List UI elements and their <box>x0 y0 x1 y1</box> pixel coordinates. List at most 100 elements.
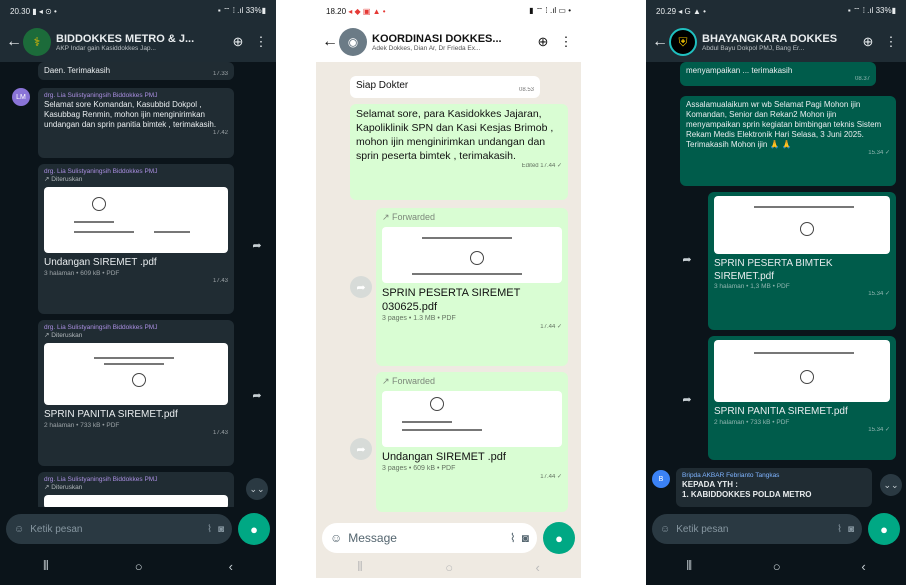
document-line <box>94 357 174 360</box>
video-call-icon[interactable]: ⊕ <box>229 34 247 50</box>
document-filename: SPRIN PESERTA BIMTEK SIREMET.pdf <box>714 258 833 282</box>
document-preview[interactable] <box>382 227 562 284</box>
document-message[interactable]: drg. Lia Sulistyaningsih Biddokkes PMJ ↗… <box>38 164 234 314</box>
chat-title-block[interactable]: BIDDOKKES METRO & J... AKP Indar gain Ka… <box>56 33 224 52</box>
message-bubble[interactable]: menyampaikan ... terimakasih 08.37 <box>680 62 876 86</box>
nav-back-icon[interactable]: ‹ <box>535 560 539 575</box>
message-input[interactable]: ☺ Ketik pesan ⌇ ◙ <box>652 514 862 544</box>
message-list[interactable]: Siap Dokter 08.53 Selamat sore, para Kas… <box>316 62 581 512</box>
document-meta: 3 halaman • 1,3 MB • PDF <box>714 283 790 290</box>
nav-recents-icon[interactable]: ⦀ <box>357 559 363 575</box>
sticker-icon[interactable]: ☺ <box>330 531 342 545</box>
video-call-icon[interactable]: ⊕ <box>859 34 877 50</box>
message-bubble[interactable]: Assalamualaikum wr wb Selamat Pagi Mohon… <box>680 96 896 186</box>
document-preview[interactable] <box>714 196 890 254</box>
document-preview[interactable] <box>382 391 562 448</box>
sender-name[interactable]: drg. Lia Sulistyaningsih Biddokkes PMJ <box>44 324 228 332</box>
notification-icons: ◂ ◆ ▣ ▲ • <box>348 6 386 16</box>
camera-icon[interactable]: ◙ <box>218 524 224 535</box>
sticker-icon[interactable]: ☺ <box>660 524 670 535</box>
nav-home-icon[interactable]: ○ <box>135 559 143 574</box>
message-bubble[interactable]: Selamat sore, para Kasidokkes Jajaran, K… <box>350 104 568 200</box>
attach-icon[interactable]: ⌇ <box>837 524 842 535</box>
more-vert-icon[interactable]: ⋮ <box>252 34 270 50</box>
document-preview[interactable] <box>44 495 228 507</box>
attach-icon[interactable]: ⌇ <box>207 524 212 535</box>
scroll-down-icon[interactable]: ⌄⌄ <box>880 474 902 496</box>
document-preview[interactable] <box>44 187 228 254</box>
document-message[interactable]: SPRIN PESERTA BIMTEK SIREMET.pdf 3 halam… <box>708 192 896 330</box>
share-forward-icon[interactable]: ➦ <box>350 438 372 460</box>
document-message[interactable]: ↗ Forwarded SPRIN PESERTA SIREMET 030625… <box>376 208 568 366</box>
sender-name[interactable]: drg. Lia Sulistyaningsih Biddokkes PMJ <box>44 476 228 484</box>
document-line <box>422 237 512 240</box>
share-forward-icon[interactable]: ➦ <box>246 384 268 406</box>
camera-icon[interactable]: ◙ <box>522 531 529 545</box>
sender-avatar[interactable]: B <box>652 470 670 488</box>
back-arrow-icon[interactable]: ← <box>6 33 22 51</box>
attach-icon[interactable]: ⌇ <box>510 531 516 545</box>
nav-back-icon[interactable]: ‹ <box>229 559 233 574</box>
message-composer: ☺ Ketik pesan ⌇ ◙ ● <box>6 513 270 545</box>
sticker-icon[interactable]: ☺ <box>14 524 24 535</box>
sender-name[interactable]: drg. Lia Sulistyaningsih Biddokkes PMJ <box>44 168 228 176</box>
message-list[interactable]: menyampaikan ... terimakasih 08.37 Assal… <box>646 62 906 507</box>
document-message[interactable]: drg. Lia Sulistyaningsih Biddokkes PMJ ↗… <box>38 320 234 466</box>
nav-back-icon[interactable]: ‹ <box>861 559 865 574</box>
message-input[interactable]: ☺ Message ⌇ ◙ <box>322 523 537 553</box>
document-message[interactable]: drg. Lia Sulistyaningsih Biddokkes PMJ ↗… <box>38 472 234 507</box>
back-arrow-icon[interactable]: ← <box>652 33 668 51</box>
document-preview[interactable] <box>714 340 890 402</box>
group-avatar[interactable]: ◉ <box>339 28 367 56</box>
mic-icon[interactable]: ● <box>868 513 900 545</box>
document-line <box>74 221 114 224</box>
document-message[interactable]: SPRIN PANITIA SIREMET.pdf 2 halaman • 73… <box>708 336 896 460</box>
more-vert-icon[interactable]: ⋮ <box>882 34 900 50</box>
status-right: ▪ ⌔ ⁞ .ıl 33%▮ <box>217 6 266 15</box>
message-bubble[interactable]: Siap Dokter 08.53 <box>350 76 540 98</box>
document-meta: 2 halaman • 733 kB • PDF <box>44 421 120 429</box>
message-time: 15.34 ✓ <box>868 291 890 298</box>
share-forward-icon[interactable]: ➦ <box>350 276 372 298</box>
chat-title-block[interactable]: KOORDINASI DOKKES... Adek Dokkes, Dian A… <box>372 33 529 52</box>
message-bubble[interactable]: drg. Lia Sulistyaningsih Biddokkes PMJ S… <box>38 88 234 158</box>
message-bubble[interactable]: Daen. Terimakasih 17.33 <box>38 62 234 80</box>
mic-icon[interactable]: ● <box>238 513 270 545</box>
document-filename: SPRIN PANITIA SIREMET.pdf <box>44 409 178 421</box>
nav-home-icon[interactable]: ○ <box>773 559 781 574</box>
more-vert-icon[interactable]: ⋮ <box>557 34 575 50</box>
video-call-icon[interactable]: ⊕ <box>534 34 552 50</box>
group-avatar[interactable]: ⚕ <box>23 28 51 56</box>
message-bubble[interactable]: Bripda AKBAR Febrianto Tangkas KEPADA YT… <box>676 468 872 507</box>
share-forward-icon[interactable]: ➦ <box>676 248 698 270</box>
sender-avatar[interactable]: LM <box>12 88 30 106</box>
message-time: 15.34 ✓ <box>868 426 890 433</box>
message-text: Selamat sore Komandan, Kasubbid Dokpol ,… <box>44 100 217 130</box>
message-time: 17.33 <box>212 70 228 77</box>
document-preview[interactable] <box>44 343 228 406</box>
sender-name[interactable]: drg. Lia Sulistyaningsih Biddokkes PMJ <box>44 92 228 100</box>
chat-subtitle: Adek Dokkes, Dian Ar, Dr Frieda Ex... <box>372 44 481 52</box>
sender-name[interactable]: Bripda AKBAR Febrianto Tangkas <box>682 472 866 480</box>
document-meta: 3 halaman • 609 kB • PDF <box>44 269 120 277</box>
camera-icon[interactable]: ◙ <box>848 524 854 535</box>
group-avatar[interactable]: ⛨ <box>669 28 697 56</box>
nav-home-icon[interactable]: ○ <box>445 560 453 575</box>
chat-subtitle: AKP Indar gain Kasiddokkes Jap... <box>56 44 156 52</box>
share-forward-icon[interactable]: ➦ <box>246 234 268 256</box>
mic-icon[interactable]: ● <box>543 522 575 554</box>
message-input[interactable]: ☺ Ketik pesan ⌇ ◙ <box>6 514 232 544</box>
status-time: 20.29 <box>656 6 677 16</box>
chat-title-block[interactable]: BHAYANGKARA DOKKES Abdul Bayu Dokpol PMJ… <box>702 33 854 52</box>
message-text: Assalamualaikum wr wb Selamat Pagi Mohon… <box>686 100 882 149</box>
message-list[interactable]: Daen. Terimakasih 17.33 LM drg. Lia Suli… <box>0 62 276 507</box>
nav-recents-icon[interactable]: ⦀ <box>43 558 49 574</box>
back-arrow-icon[interactable]: ← <box>322 33 338 51</box>
message-text: Daen. Terimakasih <box>44 66 111 75</box>
scroll-down-icon[interactable]: ⌄⌄ <box>246 478 268 500</box>
nav-recents-icon[interactable]: ⦀ <box>686 558 692 574</box>
forwarded-label: ↗ Diteruskan <box>44 176 83 184</box>
share-forward-icon[interactable]: ➦ <box>676 388 698 410</box>
document-meta: 3 pages • 1.3 MB • PDF <box>382 314 456 322</box>
document-message[interactable]: ↗ Forwarded Undangan SIREMET .pdf 3 page… <box>376 372 568 512</box>
